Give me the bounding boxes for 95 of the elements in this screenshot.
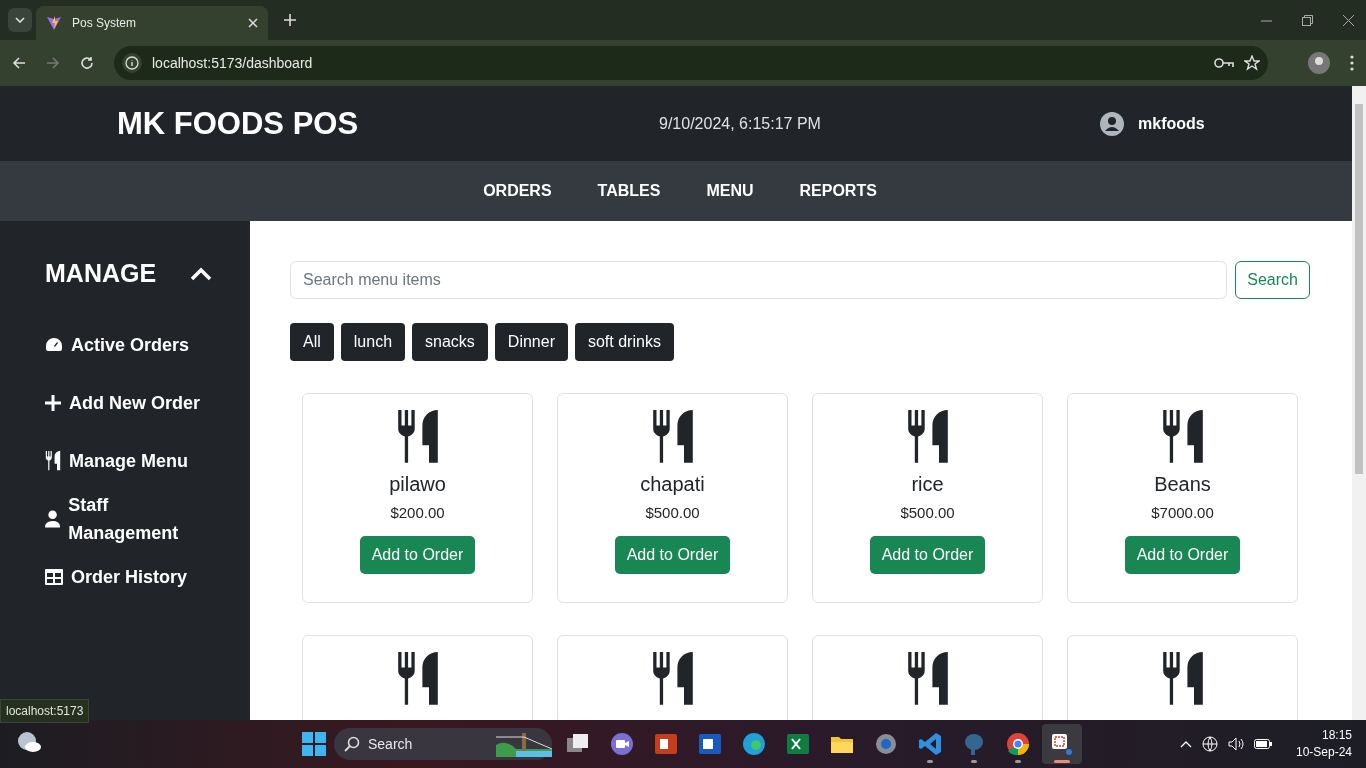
add-to-order-button[interactable]: Add to Order [359,535,476,574]
item-name: chapati [640,472,705,496]
search-label: Search [368,736,414,752]
tab-title: Pos System [72,16,138,30]
more-icon[interactable] [1350,55,1354,71]
category-button[interactable]: lunch [340,323,406,361]
utensils-icon [395,652,440,705]
utensils-icon [905,652,950,705]
key-icon[interactable] [1214,57,1234,69]
clock-date: 10-Sep-24 [1295,744,1352,761]
plus-icon [45,395,61,411]
nav-link[interactable]: ORDERS [483,182,552,200]
item-name: rice [911,472,944,496]
video-chat-icon [609,731,635,757]
reload-icon[interactable] [80,56,94,70]
restore-icon[interactable] [1302,14,1313,26]
item-price: $200.00 [390,503,445,521]
nav-link[interactable]: MENU [706,182,754,200]
add-to-order-button[interactable]: Add to Order [614,535,731,574]
sidebar-link-label: Active Orders [71,334,190,357]
item-name: pilawo [389,472,446,496]
category-button[interactable]: Dinner [494,323,568,361]
brand-title: MK FOODS POS [116,105,360,142]
chevron-up-icon[interactable] [190,266,213,281]
utensils-icon [45,451,61,471]
new-tab-icon[interactable] [284,14,296,26]
user-avatar-icon [1100,111,1124,136]
utensils-icon [1160,410,1205,463]
search-field[interactable]: Search menu items [290,261,1228,299]
category-button[interactable]: snacks [412,323,488,361]
windows-start-icon[interactable] [302,732,326,756]
weather-icon[interactable] [16,731,42,753]
spreadsheet-app-icon [785,731,811,757]
item-price: $7000.00 [1151,503,1214,521]
search-button[interactable]: Search [1235,261,1310,299]
sidebar-title: MANAGE [45,259,157,288]
close-icon[interactable] [1343,14,1354,26]
taskbar-app-button[interactable] [1042,724,1082,764]
info-icon[interactable] [122,53,142,73]
username: mkfoods [1138,114,1205,133]
bridge-illustration-icon [496,731,552,757]
settings-icon [873,731,899,757]
status-url: localhost:5173 [0,699,90,723]
browser-icon [741,731,767,757]
taskbar-clock[interactable]: 18:15 10-Sep-24 [1295,727,1352,761]
url-text: localhost:5173/dashboard [152,55,314,71]
chevron-up-icon[interactable] [1179,740,1192,748]
sidebar-link[interactable]: Active Orders [45,316,215,374]
sidebar-link-label: Manage Menu [69,450,188,473]
clock-time: 18:15 [1321,727,1352,744]
nav-link[interactable]: TABLES [597,182,661,200]
utensils-icon [650,410,695,463]
category-button[interactable]: soft drinks [574,323,674,361]
sidebar-link-label: Order History [71,566,188,589]
code-editor-icon [917,731,943,757]
scrollbar[interactable] [1352,86,1366,720]
snipping-tool-icon [1049,731,1075,757]
add-to-order-button[interactable]: Add to Order [1124,535,1241,574]
gauge-icon [45,337,63,353]
sidebar-link-label: Staff Management [68,494,180,545]
sidebar-link[interactable]: Add New Order [45,374,215,432]
sidebar-link[interactable]: Manage Menu [45,432,215,490]
utensils-icon [905,410,950,463]
search-icon [344,736,360,752]
star-icon[interactable] [1244,55,1260,71]
utensils-icon [395,410,440,463]
lightning-logo-icon [46,15,62,31]
browser-tab[interactable]: Pos System [36,6,268,40]
chrome-browser-icon [1005,731,1031,757]
battery-icon[interactable] [1253,739,1272,749]
add-to-order-button[interactable]: Add to Order [869,535,986,574]
chevron-down-icon [15,17,25,23]
forward-icon[interactable] [46,56,60,70]
tab-list-button[interactable] [8,8,32,32]
category-button[interactable]: All [290,323,334,361]
item-name: Beans [1154,472,1211,496]
utensils-icon [1160,652,1205,705]
address-bar[interactable]: localhost:5173/dashboard [114,46,1268,80]
globe-icon[interactable] [1201,736,1218,752]
utensils-icon [650,652,695,705]
nav-link[interactable]: REPORTS [799,182,877,200]
user-icon [45,510,61,528]
item-price: $500.00 [900,503,955,521]
speaker-icon[interactable] [1227,737,1244,751]
sidebar-link-label: Add New Order [69,392,201,415]
date-time: 9/10/2024, 6:15:17 PM [658,114,822,133]
table-icon [45,569,63,585]
presentation-app-icon [653,731,679,757]
sidebar-link[interactable]: Staff Management [45,490,215,548]
sidebar-link[interactable]: Order History [45,548,215,606]
document-app-icon [697,731,723,757]
item-price: $500.00 [645,503,700,521]
back-icon[interactable] [12,56,26,70]
profile-avatar-icon[interactable] [1308,52,1330,74]
taskbar-search-field[interactable]: Search [334,728,552,760]
